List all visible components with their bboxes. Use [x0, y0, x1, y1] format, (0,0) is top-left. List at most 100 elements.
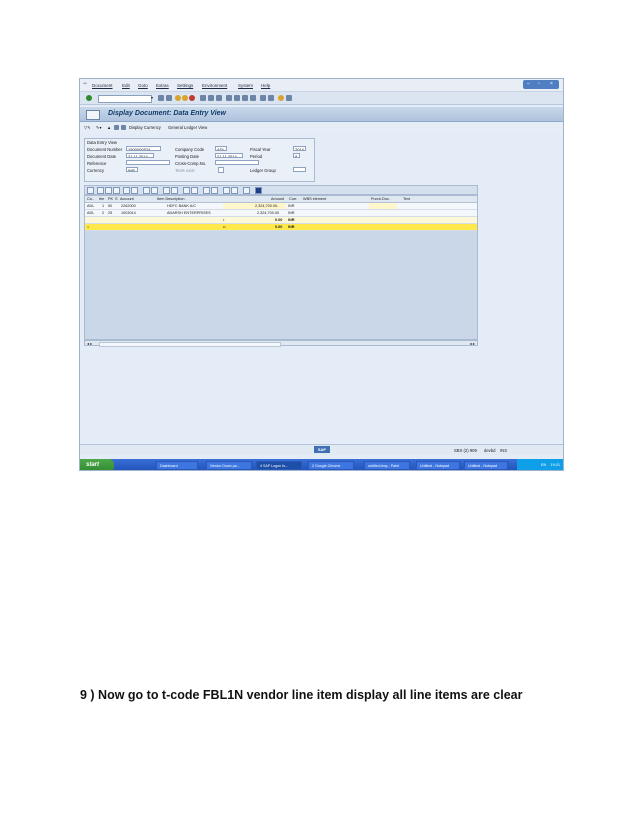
last-page-icon[interactable]: [250, 95, 256, 101]
up-icon[interactable]: ▲: [107, 125, 111, 130]
layout-icon[interactable]: [171, 187, 178, 194]
col-purch-doc[interactable]: Purch.Doc.: [371, 196, 390, 202]
texts-exist-checkbox[interactable]: [218, 167, 224, 173]
subtotal-amount: 0.00: [275, 218, 283, 222]
other-icon[interactable]: ✎▾: [96, 125, 102, 130]
views-icon[interactable]: [211, 187, 218, 194]
menu-system[interactable]: System: [238, 83, 253, 88]
document-icon[interactable]: [121, 125, 126, 130]
print-icon[interactable]: [200, 95, 206, 101]
horizontal-scrollbar[interactable]: ◂ ▸ ◂ ▸: [84, 340, 478, 347]
col-item-description[interactable]: Item Description: [157, 196, 184, 202]
choose-icon[interactable]: [223, 187, 230, 194]
subtotal-row[interactable]: • 0.00 INR: [85, 217, 477, 224]
ledger-group-field[interactable]: [293, 167, 306, 172]
table-row[interactable]: ADL 1 50 2262000 HDFC BANK A/C 2,324,700…: [85, 203, 477, 210]
minimize-icon[interactable]: –: [527, 81, 530, 87]
company-code-field[interactable]: ADL: [215, 146, 227, 151]
start-button[interactable]: start: [80, 459, 114, 470]
period-field[interactable]: 8: [293, 153, 300, 158]
find-next-icon[interactable]: [216, 95, 222, 101]
back-icon[interactable]: [158, 95, 164, 101]
select-icon[interactable]: ▽✎: [84, 125, 91, 130]
sort-descending-icon[interactable]: [105, 187, 112, 194]
task-paint[interactable]: untitled.bmp - Paint: [364, 461, 410, 470]
scroll-thumb[interactable]: [99, 342, 281, 347]
menu-goto[interactable]: Goto: [138, 83, 148, 88]
col-wbs-element[interactable]: WBS element: [303, 196, 326, 202]
texts-exist-label: Texts exist: [175, 168, 195, 173]
col-item[interactable]: Itm: [99, 196, 104, 202]
new-session-icon[interactable]: [260, 95, 266, 101]
layout-icon[interactable]: [286, 95, 292, 101]
status-system[interactable]: SBX (2) 909: [454, 448, 477, 453]
cell-itm: 2: [102, 211, 105, 215]
task-vendor-down[interactable]: Vendor Down pa...: [206, 461, 252, 470]
prev-page-icon[interactable]: [234, 95, 240, 101]
info-icon[interactable]: [255, 187, 262, 194]
enter-icon[interactable]: [86, 95, 92, 101]
graphic-icon[interactable]: [203, 187, 210, 194]
task-notepad-1[interactable]: Untitled - Notepad: [416, 461, 460, 470]
table-row[interactable]: ADL 2 25 1003014 ADARSH ENTERPRISES 2,32…: [85, 210, 477, 217]
calculator-icon[interactable]: [231, 187, 238, 194]
next-page-icon[interactable]: [242, 95, 248, 101]
posting-date-field[interactable]: 21.11.2014: [215, 153, 243, 158]
reference-field[interactable]: [126, 160, 170, 165]
col-text[interactable]: Text: [403, 196, 410, 202]
tab-icon[interactable]: [243, 187, 250, 194]
document-number-field[interactable]: 1500000524: [126, 146, 161, 151]
menu-environment[interactable]: Environment: [202, 83, 227, 88]
close-icon[interactable]: ×: [550, 81, 553, 87]
details-icon[interactable]: [87, 187, 94, 194]
overview-icon[interactable]: [114, 125, 119, 130]
task-notepad-2[interactable]: Untitled - Notepad: [464, 461, 508, 470]
col-company-code[interactable]: Co..: [87, 196, 94, 202]
print-icon[interactable]: [151, 187, 158, 194]
menu-document[interactable]: Document: [92, 83, 113, 88]
filter-icon[interactable]: [123, 187, 130, 194]
cancel-icon[interactable]: [189, 95, 195, 101]
currency-field[interactable]: INR: [126, 167, 138, 172]
task-chrome[interactable]: 2 Google Chrome: [308, 461, 354, 470]
scroll-left-icon[interactable]: ◂ ▸: [87, 341, 92, 346]
col-account[interactable]: Account: [120, 196, 134, 202]
help-icon[interactable]: [278, 95, 284, 101]
command-field[interactable]: [98, 95, 152, 103]
col-amount[interactable]: Amount: [271, 196, 284, 202]
menu-help[interactable]: Help: [261, 83, 270, 88]
sort-ascending-icon[interactable]: [97, 187, 104, 194]
col-s[interactable]: S: [115, 196, 118, 202]
find-icon[interactable]: [208, 95, 214, 101]
find-icon[interactable]: [113, 187, 120, 194]
tray-language[interactable]: EN: [541, 463, 546, 467]
task-sap-logon[interactable]: 4 SAP Logon fo...: [256, 461, 302, 470]
sum-icon[interactable]: [131, 187, 138, 194]
exit-icon[interactable]: [182, 95, 188, 101]
save-icon[interactable]: [166, 95, 172, 101]
document-date-field[interactable]: 21.11.2014: [126, 153, 154, 158]
col-posting-key[interactable]: PK: [108, 196, 113, 202]
first-page-icon[interactable]: [226, 95, 232, 101]
tray-clock[interactable]: 19:21: [550, 463, 560, 467]
task-dashboard[interactable]: Dashboard: [156, 461, 198, 470]
cross-comp-field[interactable]: [215, 160, 259, 165]
shortcut-icon[interactable]: [268, 95, 274, 101]
save-layout-icon[interactable]: [191, 187, 198, 194]
display-currency-button[interactable]: Display Currency: [129, 125, 161, 130]
back-nav-icon[interactable]: [175, 95, 181, 101]
menu-settings[interactable]: Settings: [177, 83, 193, 88]
col-currency[interactable]: Curr.: [289, 196, 297, 202]
menu-edit[interactable]: Edit: [122, 83, 130, 88]
subtotal-icon[interactable]: [143, 187, 150, 194]
select-layout-icon[interactable]: [183, 187, 190, 194]
export-icon[interactable]: [163, 187, 170, 194]
restore-icon[interactable]: ▫: [538, 81, 540, 87]
total-row[interactable]: ⌂ •• 0.00 INR: [85, 224, 477, 231]
dropdown-icon[interactable]: ▾: [151, 95, 153, 100]
menu-extras[interactable]: Extras: [156, 83, 169, 88]
fiscal-year-field[interactable]: 2014: [293, 146, 306, 151]
sap-menu-icon[interactable]: ⇨: [83, 82, 87, 87]
general-ledger-view-button[interactable]: General Ledger View: [168, 125, 207, 130]
scroll-right-icon[interactable]: ◂ ▸: [470, 341, 475, 346]
